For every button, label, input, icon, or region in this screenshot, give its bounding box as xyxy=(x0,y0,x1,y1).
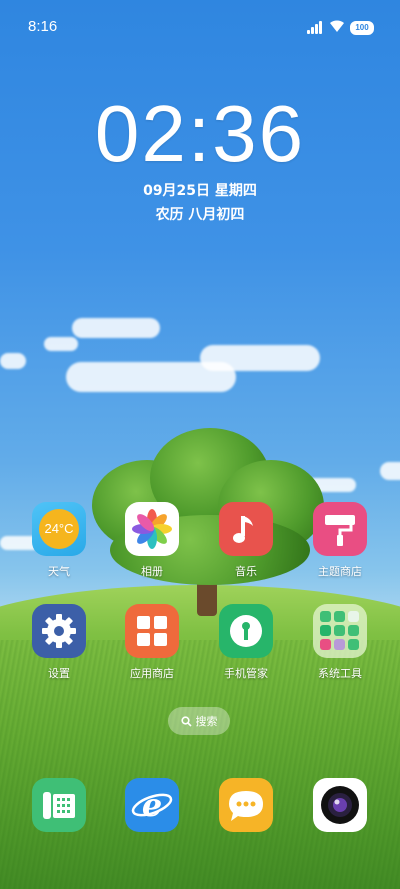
app-label: 手机管家 xyxy=(224,667,268,680)
cloud xyxy=(380,462,400,480)
paint-roller-icon xyxy=(313,502,367,556)
browser-icon: e xyxy=(131,786,173,824)
app-label: 主题商店 xyxy=(318,565,362,578)
clock-time[interactable]: 02:36 xyxy=(0,88,400,180)
camera-icon xyxy=(321,786,359,824)
phone-icon xyxy=(43,792,75,819)
weather-icon: 24°C xyxy=(32,502,86,556)
app-security[interactable]: 手机管家 xyxy=(206,604,286,681)
folder-icon xyxy=(313,604,367,658)
dock-browser[interactable]: e xyxy=(125,778,179,832)
cloud xyxy=(44,337,78,351)
gallery-icon xyxy=(125,502,179,556)
battery-icon: 100 xyxy=(350,21,374,35)
dock-messages[interactable] xyxy=(219,778,273,832)
search-icon xyxy=(180,715,192,727)
status-time: 8:16 xyxy=(28,18,58,35)
app-gallery[interactable]: 相册 xyxy=(112,502,192,579)
app-theme-store[interactable]: 主题商店 xyxy=(300,502,380,579)
app-label: 天气 xyxy=(48,565,70,578)
app-label: 应用商店 xyxy=(130,667,174,680)
cloud xyxy=(0,353,26,369)
app-label: 系统工具 xyxy=(318,667,362,680)
clock-lunar-date: 农历 八月初四 xyxy=(155,207,245,223)
search-label: 搜索 xyxy=(195,715,218,728)
app-settings[interactable]: 设置 xyxy=(19,604,99,681)
app-music[interactable]: 音乐 xyxy=(206,502,286,579)
wifi-icon xyxy=(328,18,346,33)
search-button[interactable]: 搜索 xyxy=(168,707,230,735)
app-store-icon xyxy=(125,604,179,658)
clock-date: 09月25日 星期四 xyxy=(143,183,257,199)
dock-phone[interactable] xyxy=(32,778,86,832)
app-label: 相册 xyxy=(141,565,163,578)
signal-icon xyxy=(307,21,324,34)
gear-icon xyxy=(32,604,86,658)
home-screen: 8:16 100 02:36 09月25日 星期四 农历 八月初四 24°C 天… xyxy=(0,0,400,889)
app-store[interactable]: 应用商店 xyxy=(112,604,192,681)
message-bubble-icon xyxy=(229,791,263,821)
app-label: 音乐 xyxy=(235,565,257,578)
app-label: 设置 xyxy=(48,667,70,680)
keyhole-icon xyxy=(219,604,273,658)
folder-system-tools[interactable]: 系统工具 xyxy=(300,604,380,681)
weather-temp: 24°C xyxy=(44,521,74,536)
cloud xyxy=(200,345,320,371)
cloud xyxy=(72,318,160,338)
music-note-icon xyxy=(219,502,273,556)
dock-camera[interactable] xyxy=(313,778,367,832)
svg-text:e: e xyxy=(142,786,162,824)
status-bar: 8:16 100 xyxy=(0,0,400,56)
app-weather[interactable]: 24°C 天气 xyxy=(19,502,99,579)
